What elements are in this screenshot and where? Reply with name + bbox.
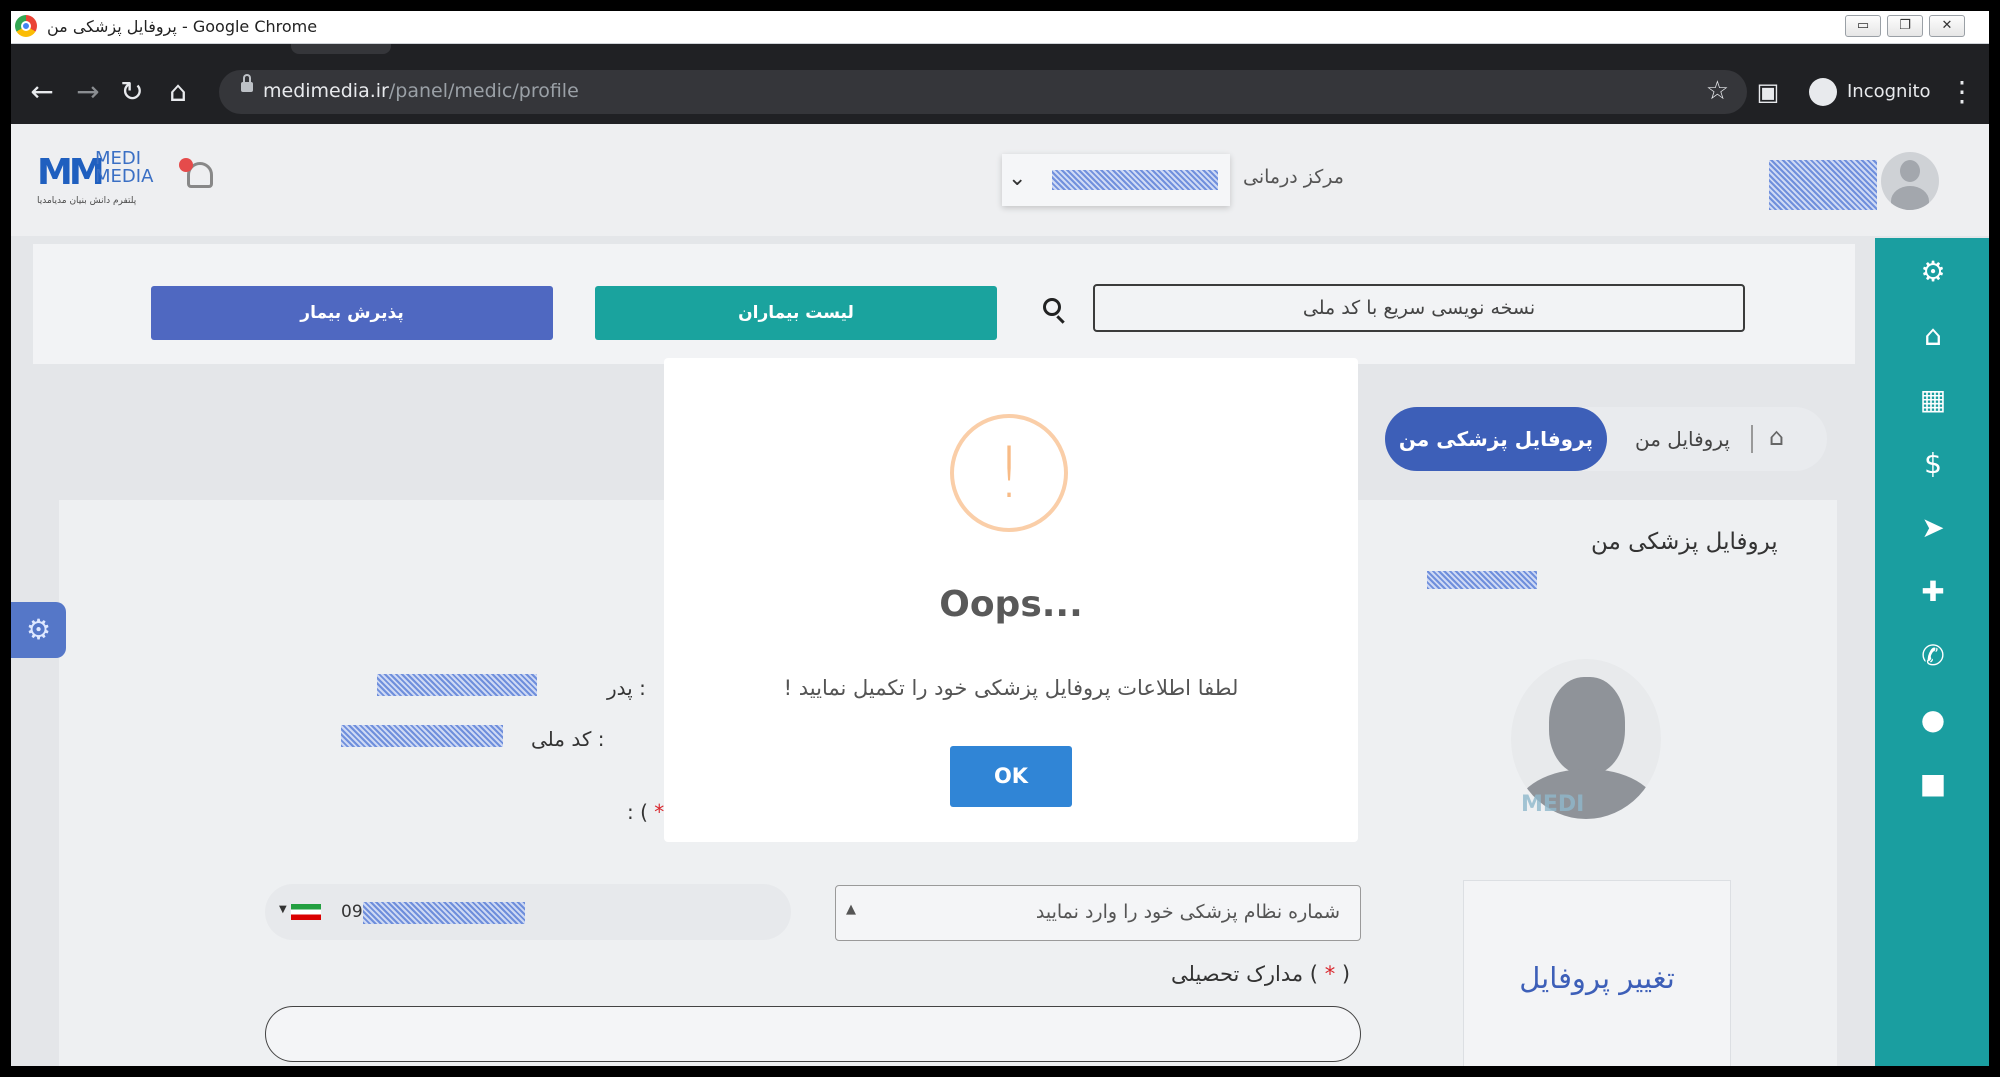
dialog-title: Oops... [939,584,1083,625]
alert-dialog: ! Oops... لطفا اطلاعات پروفایل پزشکی خود… [664,358,1358,842]
modal-overlay: ! Oops... لطفا اطلاعات پروفایل پزشکی خود… [11,11,1989,1066]
ok-button[interactable]: OK [950,746,1072,807]
warning-icon: ! [950,414,1068,532]
dialog-message: لطفا اطلاعات پروفایل پزشکی خود را تکمیل … [783,676,1239,700]
browser-window: پروفایل پزشکی من - Google Chrome ▭ ❐ ✕ ←… [11,11,1989,1066]
